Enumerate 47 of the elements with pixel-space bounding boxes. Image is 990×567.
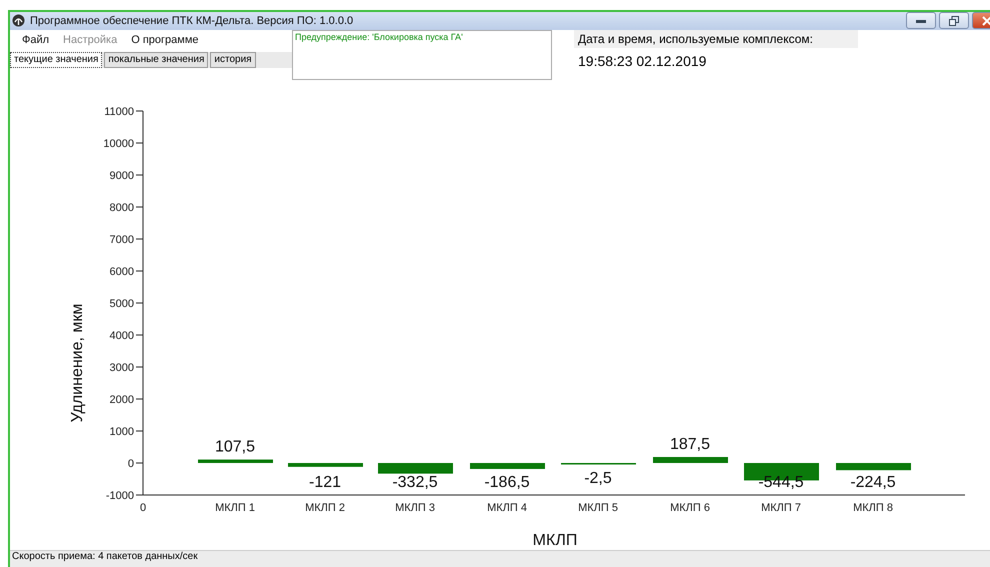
app-logo-icon [12, 14, 25, 28]
datetime-label: Дата и время, используемые комплексом: [574, 30, 858, 48]
restore-button[interactable] [939, 12, 969, 30]
category-label: МКЛП 7 [761, 502, 801, 514]
warning-message: Предупреждение: 'Блокировка пуска ГА' [292, 30, 552, 80]
y-tick-label: 3000 [110, 362, 134, 374]
y-tick-label: 6000 [110, 266, 134, 278]
value-label: 107,5 [214, 438, 256, 456]
x-axis-title: МКЛП [532, 532, 578, 549]
tab[interactable]: история [210, 52, 256, 68]
menu-item[interactable]: Файл [22, 34, 50, 52]
datetime-value: 19:58:23 02.12.2019 [577, 52, 708, 71]
window-title: Программное обеспечение ПТК КМ-Дельта. Версия ПО: 1.0.0.0 [30, 14, 354, 27]
status-bar: Скорость приема: 4 пакетов данных/сек [10, 550, 990, 567]
y-tick-label: 9000 [110, 170, 134, 182]
y-tick-label: 5000 [110, 298, 134, 310]
y-axis-title: Удлинение, мкм [69, 303, 86, 422]
tab[interactable]: текущие значения [10, 52, 102, 68]
y-tick-label: -1000 [106, 490, 134, 502]
category-label: МКЛП 4 [487, 502, 527, 514]
value-label: -186,5 [484, 474, 530, 491]
value-label: -224,5 [850, 474, 896, 491]
category-label: МКЛП 3 [395, 502, 435, 514]
y-tick-label: 1000 [110, 426, 134, 438]
value-label: -2,5 [584, 470, 612, 487]
category-label: МКЛП 1 [215, 502, 255, 514]
y-tick-label: 7000 [110, 234, 134, 246]
minimize-button[interactable] [906, 12, 936, 30]
x-tick-label: 0 [140, 502, 146, 514]
category-label: МКЛП 2 [305, 502, 345, 514]
category-label: МКЛП 6 [670, 502, 710, 514]
y-tick-label: 10000 [103, 138, 134, 150]
category-label: МКЛП 5 [578, 502, 618, 514]
close-icon [982, 16, 990, 26]
category-label: МКЛП 8 [853, 502, 893, 514]
menu-item[interactable]: О программе [131, 34, 198, 52]
tab[interactable]: покальные значения [104, 52, 208, 68]
restore-icon [949, 16, 959, 26]
y-tick-label: 11000 [104, 106, 134, 118]
value-label: -121 [308, 474, 342, 491]
y-tick-label: 4000 [110, 330, 134, 342]
y-tick-label: 2000 [110, 394, 134, 406]
minimize-icon [916, 18, 926, 23]
y-tick-label: 0 [128, 458, 134, 470]
value-label: 187,5 [670, 436, 710, 453]
value-label: -332,5 [392, 474, 438, 491]
y-tick-label: 8000 [110, 202, 134, 214]
